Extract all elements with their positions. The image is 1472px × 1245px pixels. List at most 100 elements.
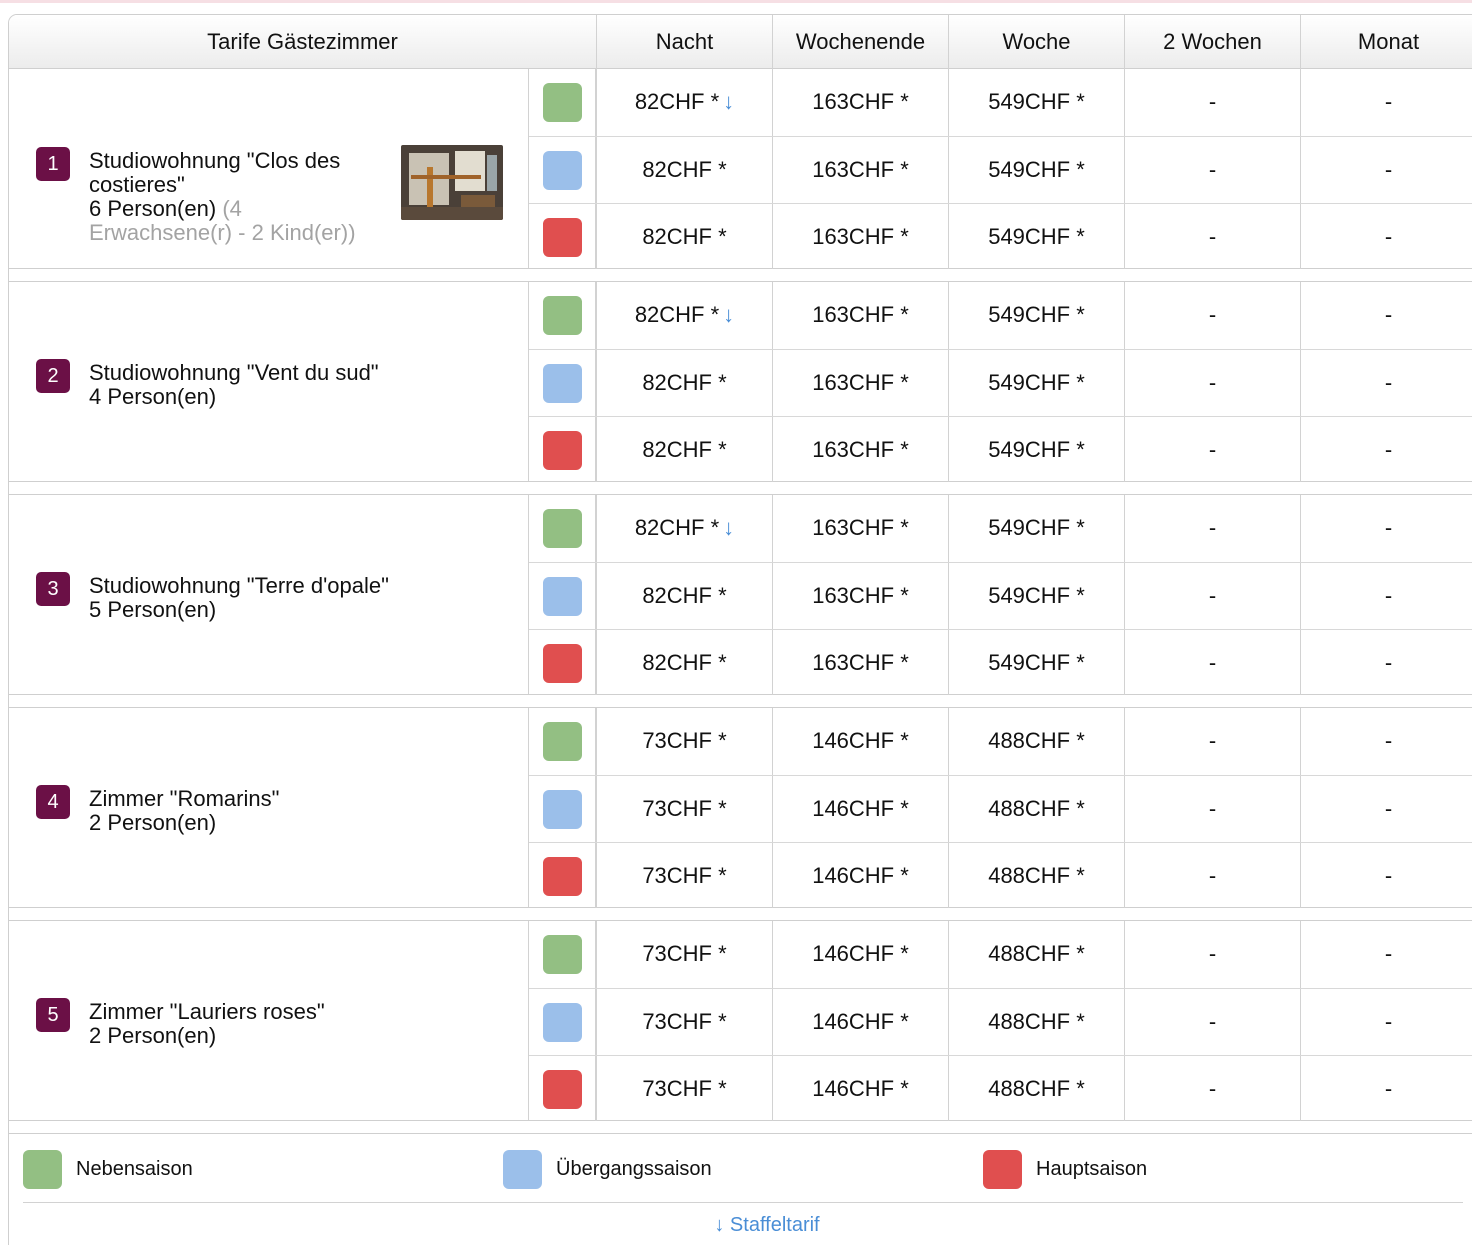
price-value: 488CHF * — [988, 796, 1085, 821]
price-cell-week: 549CHF * — [948, 69, 1124, 136]
price-value: 163CHF * — [812, 157, 909, 182]
price-cell-weekend: 146CHF * — [772, 1056, 948, 1121]
header-col-two-weeks: 2 Wochen — [1124, 15, 1300, 69]
room-photo-thumbnail[interactable] — [401, 145, 503, 220]
room-capacity: 2 Person(en) — [89, 1024, 389, 1048]
header-title: Tarife Gästezimmer — [207, 29, 398, 54]
season-cell — [529, 708, 596, 775]
price-value: - — [1208, 941, 1217, 966]
room-name[interactable]: Zimmer "Lauriers roses" — [89, 1000, 389, 1024]
price-cell-night: 82CHF * — [596, 137, 772, 203]
room-block: 5 Zimmer "Lauriers roses" 2 Person(en) 73CH… — [9, 921, 1472, 1121]
price-value: 73CHF * — [642, 728, 727, 753]
price-value: 146CHF * — [812, 796, 909, 821]
table-row: 73CHF * 146CHF * 488CHF * - - — [529, 921, 1472, 988]
season-cell — [529, 989, 596, 1055]
staffeltarif-link[interactable]: ↓ Staffeltarif — [9, 1214, 1472, 1237]
room-capacity-text: 2 Person(en) — [89, 810, 217, 835]
header-col-night: Nacht — [596, 15, 772, 69]
price-cell-week: 549CHF * — [948, 137, 1124, 203]
legend-swatch-low — [23, 1150, 62, 1189]
price-cell-weekend: 163CHF * — [772, 417, 948, 482]
price-cell-month: - — [1300, 630, 1472, 695]
room-block: 3 Studiowohnung "Terre d'opale" 5 Person(e… — [9, 495, 1472, 695]
room-description: Zimmer "Romarins" 2 Person(en) — [89, 787, 389, 835]
price-value: - — [1384, 796, 1393, 821]
price-value: - — [1208, 157, 1217, 182]
room-block: 1 Studiowohnung "Clos des costieres" 6 Per… — [9, 69, 1472, 269]
season-swatch-high — [543, 431, 582, 470]
room-block: 4 Zimmer "Romarins" 2 Person(en) 73CHF * 146… — [9, 708, 1472, 908]
price-cell-two-weeks: - — [1124, 630, 1300, 695]
price-value: - — [1208, 437, 1217, 462]
price-cell-night: 73CHF * — [596, 776, 772, 842]
staffel-arrow-icon[interactable]: ↓ — [723, 89, 734, 114]
header-col-weekend: Wochenende — [772, 15, 948, 69]
price-cell-night: 82CHF * — [596, 563, 772, 629]
price-value: 163CHF * — [812, 583, 909, 608]
room-capacity-text: 6 Person(en) — [89, 196, 217, 221]
room-name[interactable]: Zimmer "Romarins" — [89, 787, 389, 811]
price-cell-week: 488CHF * — [948, 1056, 1124, 1121]
price-cell-month: - — [1300, 137, 1472, 203]
price-cell-weekend: 163CHF * — [772, 137, 948, 203]
room-number-badge: 3 — [36, 572, 70, 606]
season-swatch-mid — [543, 577, 582, 616]
season-swatch-high — [543, 857, 582, 896]
price-cell-week: 488CHF * — [948, 843, 1124, 908]
room-info-cell: 2 Studiowohnung "Vent du sud" 4 Person(en) — [9, 282, 529, 481]
season-cell — [529, 776, 596, 842]
season-cell — [529, 1056, 596, 1121]
room-name[interactable]: Studiowohnung "Clos des costieres" — [89, 149, 389, 197]
price-cell-night: 82CHF * — [596, 204, 772, 269]
price-value: - — [1384, 370, 1393, 395]
room-description: Studiowohnung "Clos des costieres" 6 Pers… — [89, 149, 389, 245]
price-cell-night: 73CHF * — [596, 708, 772, 775]
price-cell-week: 549CHF * — [948, 563, 1124, 629]
table-row: 82CHF * 163CHF * 549CHF * - - — [529, 136, 1472, 203]
price-cell-weekend: 146CHF * — [772, 989, 948, 1055]
room-number-badge: 5 — [36, 998, 70, 1032]
price-value: - — [1208, 728, 1217, 753]
price-cell-two-weeks: - — [1124, 776, 1300, 842]
price-value: 488CHF * — [988, 941, 1085, 966]
room-capacity-text: 2 Person(en) — [89, 1023, 217, 1048]
top-border — [0, 0, 1472, 3]
price-value: 549CHF * — [988, 224, 1085, 249]
staffel-arrow-icon[interactable]: ↓ — [723, 515, 734, 540]
price-value: 146CHF * — [812, 1076, 909, 1101]
price-value: 73CHF * — [642, 863, 727, 888]
room-name[interactable]: Studiowohnung "Vent du sud" — [89, 361, 389, 385]
price-cell-week: 488CHF * — [948, 989, 1124, 1055]
room-info-cell: 3 Studiowohnung "Terre d'opale" 5 Person(e… — [9, 495, 529, 694]
price-cell-week: 549CHF * — [948, 204, 1124, 269]
price-cell-night: 82CHF * — [596, 350, 772, 416]
price-value: 82CHF * — [642, 157, 727, 182]
price-value: 549CHF * — [988, 89, 1085, 114]
price-cell-night: 73CHF * — [596, 843, 772, 908]
price-value: - — [1384, 224, 1393, 249]
legend-label: Nebensaison — [76, 1158, 193, 1180]
season-cell — [529, 417, 596, 482]
season-cell — [529, 137, 596, 203]
price-value: 549CHF * — [988, 583, 1085, 608]
price-cell-month: - — [1300, 989, 1472, 1055]
price-value: - — [1384, 302, 1393, 327]
legend-label: Hauptsaison — [1036, 1158, 1148, 1180]
table-row: 82CHF * ↓ 163CHF * 549CHF * - - — [529, 495, 1472, 562]
staffel-arrow-icon[interactable]: ↓ — [723, 302, 734, 327]
season-cell — [529, 204, 596, 269]
season-cell — [529, 630, 596, 695]
price-value: - — [1384, 89, 1393, 114]
price-value: - — [1208, 1009, 1217, 1034]
legend-divider — [23, 1202, 1463, 1203]
legend-swatch-high — [983, 1150, 1022, 1189]
season-swatch-low — [543, 722, 582, 761]
price-cell-month: - — [1300, 350, 1472, 416]
price-value: 549CHF * — [988, 437, 1085, 462]
price-value: 73CHF * — [642, 1009, 727, 1034]
price-cell-night: 82CHF * ↓ — [596, 495, 772, 562]
price-value: - — [1384, 941, 1393, 966]
price-cell-weekend: 163CHF * — [772, 204, 948, 269]
room-name[interactable]: Studiowohnung "Terre d'opale" — [89, 574, 389, 598]
